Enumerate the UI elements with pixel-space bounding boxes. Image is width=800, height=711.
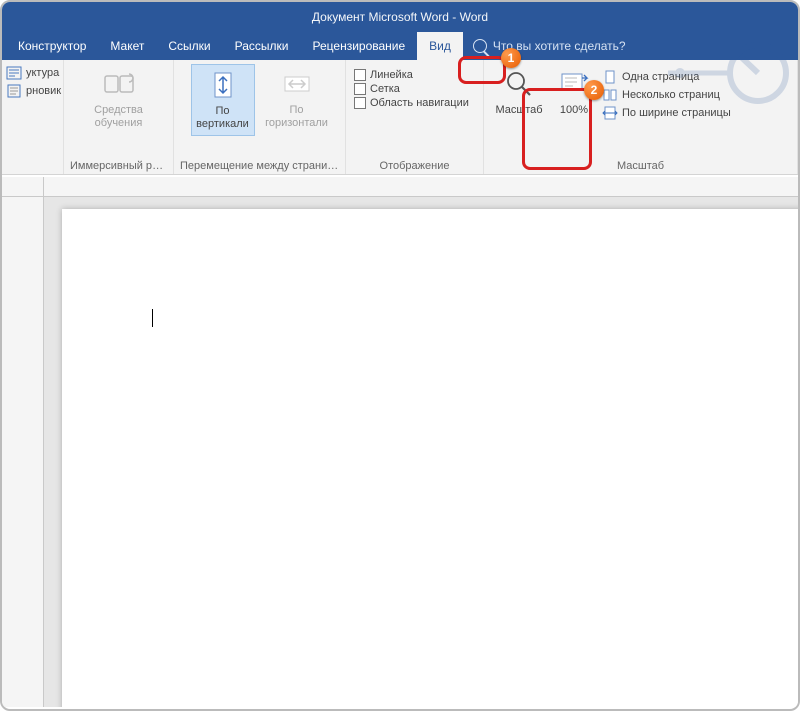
navigation-pane-checkbox[interactable]: Область навигации — [352, 96, 471, 110]
ruler-checkbox[interactable]: Линейка — [352, 68, 471, 82]
ruler-corner — [2, 177, 44, 197]
zoom-button[interactable]: Масштаб — [490, 64, 548, 121]
tab-vid[interactable]: Вид — [417, 32, 463, 60]
vertical-pages-icon — [207, 69, 239, 101]
ribbon: уктура рновик Средства обучения — [2, 60, 798, 175]
group-zoom-label: Масштаб — [490, 158, 791, 172]
ribbon-tabs: Конструктор Макет Ссылки Рассылки Реценз… — [2, 32, 798, 60]
lightbulb-icon — [473, 39, 487, 53]
horizontal-ruler[interactable] — [44, 177, 798, 197]
draft-icon — [6, 83, 22, 99]
tab-recenzirovanie[interactable]: Рецензирование — [301, 32, 418, 60]
learning-tools-button[interactable]: Средства обучения — [87, 64, 151, 134]
tab-ssylki[interactable]: Ссылки — [156, 32, 222, 60]
group-show-label: Отображение — [352, 158, 477, 172]
gridlines-checkbox[interactable]: Сетка — [352, 82, 471, 96]
vertical-ruler[interactable] — [2, 197, 44, 707]
group-immersive-label: Иммерсивный ре... — [70, 158, 167, 172]
view-outline[interactable]: уктура — [4, 64, 63, 82]
tab-konstruktor[interactable]: Конструктор — [6, 32, 98, 60]
horizontal-pages-button[interactable]: По горизонтали — [265, 64, 329, 134]
checkbox-icon — [354, 83, 366, 95]
page-width-icon — [602, 105, 618, 121]
learning-tools-icon — [103, 68, 135, 100]
one-page-button[interactable]: Одна страница — [600, 68, 733, 86]
horizontal-pages-icon — [281, 68, 313, 100]
zoom-100-icon — [558, 68, 590, 100]
multiple-pages-button[interactable]: Несколько страниц — [600, 86, 733, 104]
document-page[interactable] — [62, 209, 798, 707]
tell-me-placeholder: Что вы хотите сделать? — [493, 39, 626, 53]
title-bar: Документ Microsoft Word - Word — [2, 2, 798, 32]
tell-me-search[interactable]: Что вы хотите сделать? — [463, 32, 636, 60]
vertical-pages-button[interactable]: По вертикали — [191, 64, 255, 136]
checkbox-icon — [354, 97, 366, 109]
outline-icon — [6, 65, 22, 81]
magnifier-icon — [503, 68, 535, 100]
multiple-pages-icon — [602, 87, 618, 103]
page-width-button[interactable]: По ширине страницы — [600, 104, 733, 122]
view-draft[interactable]: рновик — [4, 82, 63, 100]
checkbox-icon — [354, 69, 366, 81]
tab-rassylki[interactable]: Рассылки — [223, 32, 301, 60]
one-page-icon — [602, 69, 618, 85]
page-scroll-area[interactable] — [44, 197, 798, 707]
zoom-100-button[interactable]: 100% — [552, 64, 596, 121]
document-area — [2, 177, 798, 707]
text-cursor — [152, 309, 153, 327]
tab-maket[interactable]: Макет — [98, 32, 156, 60]
window-title: Документ Microsoft Word - Word — [312, 10, 488, 24]
group-views-label — [4, 158, 57, 172]
group-page-movement-label: Перемещение между страницами — [180, 158, 339, 172]
